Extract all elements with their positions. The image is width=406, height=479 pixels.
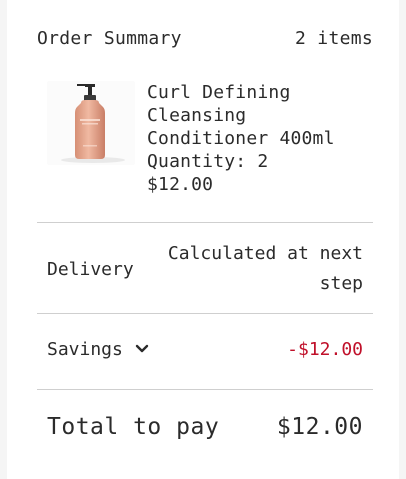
delivery-label: Delivery [47,258,134,280]
divider [37,222,373,223]
order-summary-header: Order Summary 2 items [37,28,373,49]
product-info: Curl Defining Cleansing Conditioner 400m… [147,81,377,196]
divider [37,313,373,314]
delivery-value-line1: Calculated at next [167,243,363,264]
total-label: Total to pay [47,414,220,440]
product-bottle-image [61,84,125,163]
item-count: 2 items [295,28,373,49]
savings-toggle[interactable]: Savings [47,339,151,360]
delivery-row: Delivery Calculated at next step [47,238,363,300]
savings-value: -$12.00 [287,338,363,360]
product-name[interactable]: Curl Defining Cleansing Conditioner 400m… [147,81,377,150]
total-row: Total to pay $12.00 [47,410,363,444]
delivery-value-line2: step [319,273,363,294]
chevron-down-icon [135,344,149,353]
delivery-value: Calculated at next step [163,239,363,299]
savings-row: Savings -$12.00 [47,335,363,363]
product-price: $12.00 [147,174,214,195]
line-item: Curl Defining Cleansing Conditioner 400m… [47,81,377,201]
product-image [47,81,135,165]
order-summary-title: Order Summary [37,28,182,49]
order-summary-panel: Order Summary 2 items Curl Defining Clea… [7,0,399,479]
product-quantity: Quantity: 2 [147,151,269,172]
divider [37,389,373,390]
total-value: $12.00 [276,414,363,440]
savings-label: Savings [47,338,123,360]
